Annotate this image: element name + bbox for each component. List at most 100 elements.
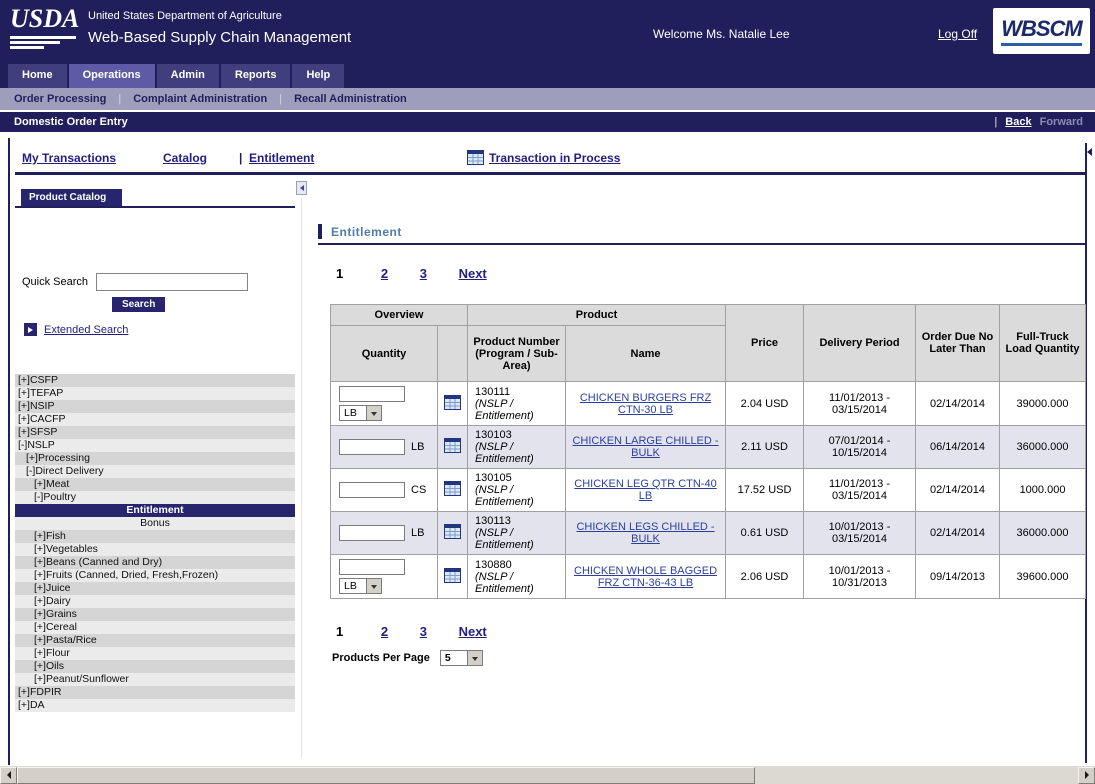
page-3-link[interactable]: 3 bbox=[420, 266, 427, 281]
extended-search-row: Extended Search bbox=[24, 323, 128, 336]
delivery-period-value: 11/01/2013 - 03/15/2014 bbox=[804, 382, 916, 426]
quantity-input[interactable] bbox=[339, 386, 405, 402]
tree-item-cacfp[interactable]: [+]CACFP bbox=[15, 413, 295, 426]
add-to-transaction-icon[interactable] bbox=[444, 481, 461, 496]
tree-item-dairy[interactable]: [+]Dairy bbox=[15, 595, 295, 608]
subnav-order-processing[interactable]: Order Processing bbox=[0, 93, 110, 105]
tree-item-nslp[interactable]: [-]NSLP bbox=[15, 439, 295, 452]
add-to-transaction-icon[interactable] bbox=[444, 568, 461, 583]
tree-item-fish[interactable]: [+]Fish bbox=[15, 530, 295, 543]
product-number: 130111 bbox=[475, 386, 558, 398]
pagebar-separator: | bbox=[994, 116, 997, 128]
tree-item-juice[interactable]: [+]Juice bbox=[15, 582, 295, 595]
uom-value: LB bbox=[411, 527, 424, 539]
uom-select[interactable]: LB bbox=[339, 405, 382, 421]
page-2-link[interactable]: 2 bbox=[381, 266, 388, 281]
tree-item-direct-delivery[interactable]: [-]Direct Delivery bbox=[15, 465, 295, 478]
entitlement-link[interactable]: Entitlement bbox=[249, 151, 314, 165]
tab-admin[interactable]: Admin bbox=[157, 64, 219, 88]
quantity-input[interactable] bbox=[339, 439, 405, 455]
tree-item-peanut-sunflower[interactable]: [+]Peanut/Sunflower bbox=[15, 673, 295, 686]
quantity-input[interactable] bbox=[339, 525, 405, 541]
delivery-period-value: 10/01/2013 - 10/31/2013 bbox=[804, 555, 916, 599]
subnav-complaint-administration[interactable]: Complaint Administration bbox=[129, 93, 271, 105]
uom-select[interactable]: LB bbox=[339, 578, 382, 594]
quantity-input[interactable] bbox=[339, 482, 405, 498]
add-to-transaction-icon[interactable] bbox=[444, 524, 461, 539]
product-number: 130103 bbox=[475, 429, 558, 441]
log-off-link[interactable]: Log Off bbox=[938, 27, 977, 41]
page-3-link[interactable]: 3 bbox=[420, 624, 427, 639]
department-name: United States Department of Agriculture bbox=[88, 10, 351, 22]
back-link[interactable]: Back bbox=[1005, 116, 1031, 128]
tree-item-pasta-rice[interactable]: [+]Pasta/Rice bbox=[15, 634, 295, 647]
tree-item-flour[interactable]: [+]Flour bbox=[15, 647, 295, 660]
tab-reports[interactable]: Reports bbox=[221, 64, 291, 88]
products-per-page-select[interactable]: 5 bbox=[440, 650, 483, 666]
tree-item-csfp[interactable]: [+]CSFP bbox=[15, 374, 295, 387]
panel-collapse-icon[interactable] bbox=[1087, 146, 1095, 157]
tab-operations[interactable]: Operations bbox=[69, 64, 155, 88]
full-truck-value: 39600.000 bbox=[1000, 555, 1086, 599]
app-title: Web-Based Supply Chain Management bbox=[88, 29, 351, 46]
subnav-recall-administration[interactable]: Recall Administration bbox=[290, 93, 411, 105]
quick-search-input[interactable] bbox=[96, 273, 248, 291]
product-name-link[interactable]: CHICKEN LARGE CHILLED - BULK bbox=[572, 435, 718, 459]
tree-item-grains[interactable]: [+]Grains bbox=[15, 608, 295, 621]
tab-help[interactable]: Help bbox=[292, 64, 344, 88]
extended-search-link[interactable]: Extended Search bbox=[44, 324, 128, 336]
tree-item-bonus[interactable]: Bonus bbox=[15, 517, 295, 530]
section-accent-bar bbox=[318, 224, 322, 239]
product-name-link[interactable]: CHICKEN LEG QTR CTN-40 LB bbox=[574, 478, 716, 502]
tree-item-poultry[interactable]: [-]Poultry bbox=[15, 491, 295, 504]
product-row: LB 130111 (NSLP / Entitlement) CHICKEN B… bbox=[331, 382, 1086, 426]
product-name-link[interactable]: CHICKEN WHOLE BAGGED FRZ CTN-36-43 LB bbox=[574, 565, 717, 589]
tree-item-da[interactable]: [+]DA bbox=[15, 699, 295, 712]
page-2-link[interactable]: 2 bbox=[381, 624, 388, 639]
extended-search-arrow-icon[interactable] bbox=[24, 323, 37, 336]
product-name-link[interactable]: CHICKEN BURGERS FRZ CTN-30 LB bbox=[580, 392, 711, 416]
tree-item-processing[interactable]: [+]Processing bbox=[15, 452, 295, 465]
add-to-transaction-icon[interactable] bbox=[444, 395, 461, 410]
catalog-link[interactable]: Catalog bbox=[163, 151, 207, 165]
tree-item-fdpir[interactable]: [+]FDPIR bbox=[15, 686, 295, 699]
tree-item-tefap[interactable]: [+]TEFAP bbox=[15, 387, 295, 400]
page-next-link[interactable]: Next bbox=[459, 266, 487, 281]
product-catalog-sidebar: Product Catalog Quick Search Search Exte… bbox=[15, 180, 295, 764]
tree-item-vegetables[interactable]: [+]Vegetables bbox=[15, 543, 295, 556]
subnav-separator: | bbox=[271, 93, 290, 105]
quantity-input[interactable] bbox=[339, 559, 405, 575]
scroll-right-button[interactable] bbox=[1078, 767, 1095, 784]
transaction-in-process-icon[interactable] bbox=[467, 150, 484, 165]
tree-item-meat[interactable]: [+]Meat bbox=[15, 478, 295, 491]
tree-item-oils[interactable]: [+]Oils bbox=[15, 660, 295, 673]
product-row: LB 130103 (NSLP / Entitlement) CHICKEN L… bbox=[331, 426, 1086, 469]
tree-item-sfsp[interactable]: [+]SFSP bbox=[15, 426, 295, 439]
tree-item-cereal[interactable]: [+]Cereal bbox=[15, 621, 295, 634]
wbscm-logo: WBSCM bbox=[993, 8, 1090, 54]
scroll-thumb[interactable] bbox=[17, 767, 755, 784]
uom-value: LB bbox=[340, 406, 366, 420]
delivery-period-value: 11/01/2013 - 03/15/2014 bbox=[804, 469, 916, 512]
product-name-link[interactable]: CHICKEN LEGS CHILLED - BULK bbox=[576, 521, 714, 545]
my-transactions-link[interactable]: My Transactions bbox=[22, 151, 116, 165]
pagination-bottom: 1 2 3 Next bbox=[336, 624, 515, 639]
add-to-transaction-icon[interactable] bbox=[444, 438, 461, 453]
scroll-left-button[interactable] bbox=[0, 767, 17, 784]
transaction-in-process-link[interactable]: Transaction in Process bbox=[489, 151, 620, 165]
tree-item-beans[interactable]: [+]Beans (Canned and Dry) bbox=[15, 556, 295, 569]
search-button[interactable]: Search bbox=[112, 297, 165, 312]
product-number: 130105 bbox=[475, 472, 558, 484]
page-current: 1 bbox=[336, 266, 343, 281]
pane-splitter[interactable] bbox=[301, 198, 302, 758]
page-next-link[interactable]: Next bbox=[459, 624, 487, 639]
tree-item-fruits[interactable]: [+]Fruits (Canned, Dried, Fresh,Frozen) bbox=[15, 569, 295, 582]
program-subarea: (NSLP / Entitlement) bbox=[475, 484, 558, 508]
full-truck-value: 36000.000 bbox=[1000, 426, 1086, 469]
tree-item-nsip[interactable]: [+]NSIP bbox=[15, 400, 295, 413]
tab-home[interactable]: Home bbox=[8, 64, 67, 88]
sidebar-collapse-icon[interactable] bbox=[296, 181, 307, 195]
program-subarea: (NSLP / Entitlement) bbox=[475, 571, 558, 595]
tree-item-entitlement-selected[interactable]: Entitlement bbox=[15, 504, 295, 517]
horizontal-scrollbar[interactable] bbox=[0, 766, 1095, 784]
